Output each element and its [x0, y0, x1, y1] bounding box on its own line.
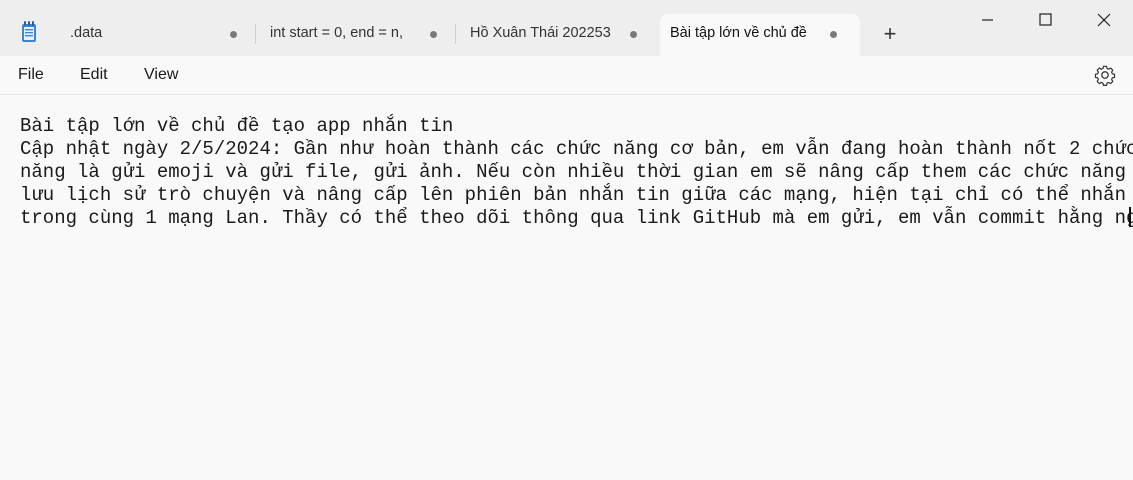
maximize-icon	[1039, 13, 1052, 26]
tab-label: int start = 0, end = n,	[270, 25, 403, 41]
tab-data[interactable]: .data	[60, 14, 250, 56]
unsaved-dot-icon[interactable]	[630, 31, 637, 38]
menu-file[interactable]: File	[18, 66, 44, 84]
editor-line-2: Cập nhật ngày 2/5/2024: Gần như hoàn thà…	[20, 138, 1133, 160]
editor-line-1: Bài tập lớn về chủ đề tạo app nhắn tin	[20, 115, 454, 137]
tab-separator	[255, 24, 256, 44]
menu-edit[interactable]: Edit	[80, 66, 108, 84]
minimize-button[interactable]	[958, 0, 1016, 40]
tab-ho-xuan-thai[interactable]: Hồ Xuân Thái 202253	[460, 14, 650, 56]
tab-label: Bài tập lớn về chủ đề	[670, 25, 807, 41]
editor-line-5: trong cùng 1 mạng Lan. Thầy có thể theo …	[20, 207, 1133, 229]
notepad-app-icon	[22, 21, 36, 42]
unsaved-dot-icon[interactable]	[830, 31, 837, 38]
editor-line-3: năng là gửi emoji và gửi file, gửi ảnh. …	[20, 161, 1133, 183]
close-icon	[1097, 13, 1111, 27]
tab-separator	[455, 24, 456, 44]
close-button[interactable]	[1075, 0, 1133, 40]
tab-label: .data	[70, 25, 103, 41]
title-bar: .data int start = 0, end = n, Hồ Xuân Th…	[0, 0, 1133, 56]
unsaved-dot-icon[interactable]	[430, 31, 437, 38]
maximize-button[interactable]	[1016, 0, 1074, 40]
tab-int-start[interactable]: int start = 0, end = n,	[260, 14, 450, 56]
text-caret	[1129, 207, 1131, 227]
text-editor[interactable]: Bài tập lớn về chủ đề tạo app nhắn tin C…	[0, 95, 1133, 480]
settings-gear-icon[interactable]	[1094, 64, 1116, 86]
new-tab-button[interactable]: +	[877, 22, 903, 48]
tab-bai-tap-lon[interactable]: Bài tập lớn về chủ đề	[660, 14, 860, 56]
unsaved-dot-icon[interactable]	[230, 31, 237, 38]
editor-line-4: lưu lịch sử trò chuyện và nâng cấp lên p…	[20, 184, 1133, 206]
tab-label: Hồ Xuân Thái 202253	[470, 25, 611, 41]
menu-bar: File Edit View	[0, 56, 1133, 95]
menu-view[interactable]: View	[144, 66, 178, 84]
